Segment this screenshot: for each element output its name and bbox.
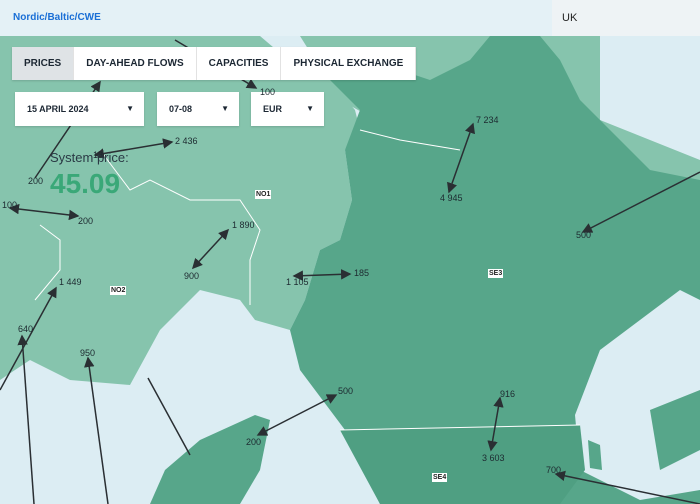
flow-label: 4 945 <box>440 193 463 203</box>
view-tabs: PRICES DAY-AHEAD FLOWS CAPACITIES PHYSIC… <box>12 47 417 80</box>
chevron-down-icon: ▼ <box>306 104 314 113</box>
tab-capacities[interactable]: CAPACITIES <box>197 47 282 80</box>
flow-label: 916 <box>500 389 516 399</box>
flow-label: 900 <box>184 271 200 281</box>
tab-prices[interactable]: PRICES <box>12 47 75 80</box>
flow-label: 200 <box>246 437 262 447</box>
currency-select[interactable]: EUR ▼ <box>251 92 324 126</box>
area-label-no1[interactable]: NO1 <box>255 190 272 199</box>
flow-label: 185 <box>354 268 370 278</box>
flow-label: 1 105 <box>286 277 309 287</box>
flow-label: 950 <box>80 348 96 358</box>
currency-select-value: EUR <box>263 104 283 114</box>
chevron-down-icon: ▼ <box>221 104 229 113</box>
flow-label: 1 449 <box>59 277 82 287</box>
area-label-se3[interactable]: SE3 <box>488 269 504 278</box>
tab-physical-exchange[interactable]: PHYSICAL EXCHANGE <box>281 47 417 80</box>
flow-label: 640 <box>18 324 34 334</box>
tab-day-ahead-flows[interactable]: DAY-AHEAD FLOWS <box>74 47 197 80</box>
chevron-down-icon: ▼ <box>126 104 134 113</box>
flow-label: 500 <box>576 230 592 240</box>
flow-label: 7 234 <box>476 115 499 125</box>
uk-selector[interactable]: UK <box>552 0 700 36</box>
flow-label: 3 603 <box>482 453 505 463</box>
date-select-value: 15 APRIL 2024 <box>27 104 89 114</box>
region-link[interactable]: Nordic/Baltic/CWE <box>13 12 101 23</box>
area-label-se4[interactable]: SE4 <box>432 473 448 482</box>
flow-label: 200 <box>28 176 44 186</box>
hour-select-value: 07-08 <box>169 104 193 114</box>
system-price-label: System price: <box>50 150 129 165</box>
flow-label: 2 436 <box>175 136 198 146</box>
flow-label: 100 <box>2 200 18 210</box>
flow-label: 500 <box>338 386 354 396</box>
system-price-value: 45.09 <box>50 168 121 199</box>
area-label-no2[interactable]: NO2 <box>110 286 127 295</box>
flow-label: 700 <box>546 465 562 475</box>
flow-label: 100 <box>260 87 276 97</box>
hour-select[interactable]: 07-08 ▼ <box>157 92 239 126</box>
flow-label: 200 <box>78 216 94 226</box>
flow-label: 13 <box>93 150 104 160</box>
date-select[interactable]: 15 APRIL 2024 ▼ <box>15 92 144 126</box>
flow-label: 1 890 <box>232 220 255 230</box>
